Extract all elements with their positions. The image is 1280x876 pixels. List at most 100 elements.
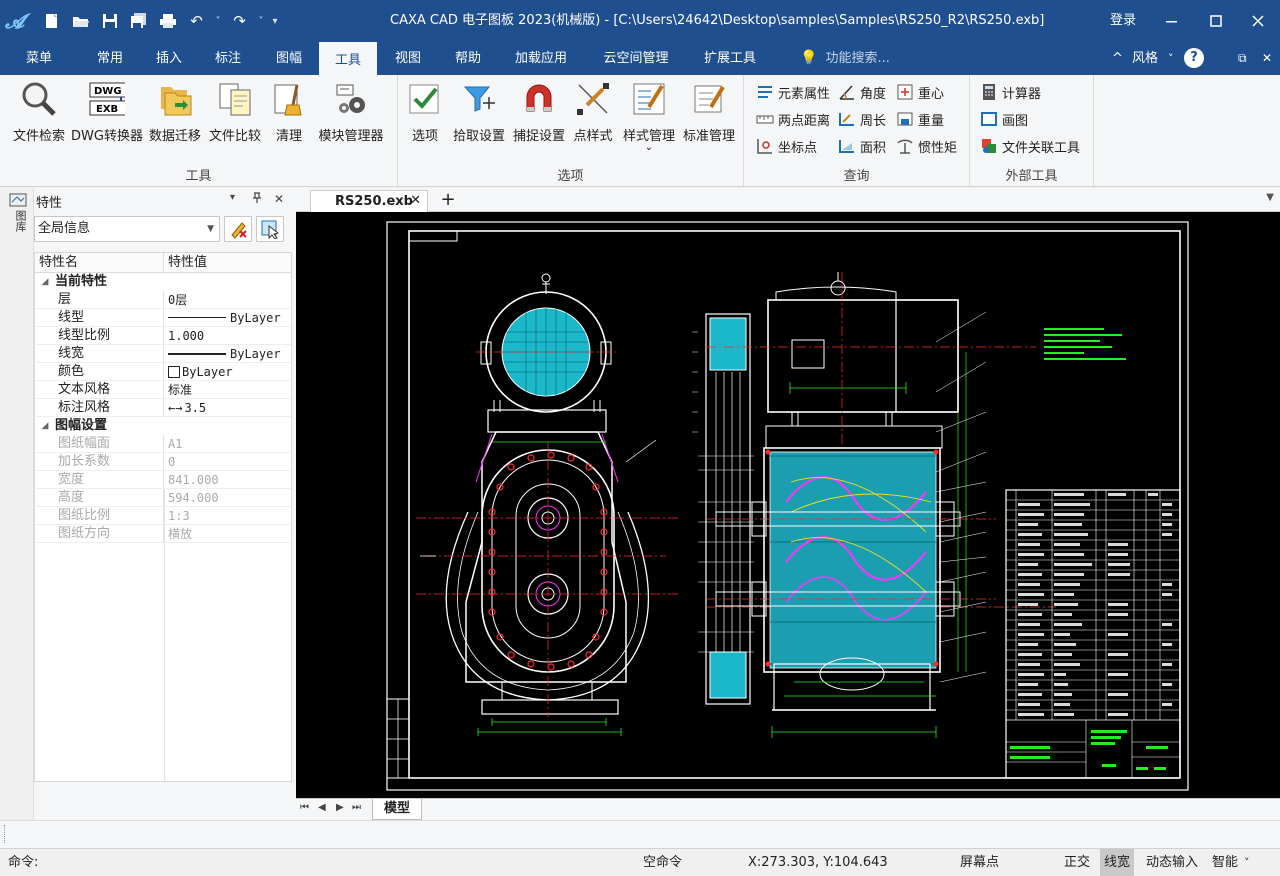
file-compare-button[interactable]: 文件比较 bbox=[204, 81, 266, 144]
weight-button[interactable]: 重量 bbox=[896, 108, 944, 130]
perimeter-button[interactable]: 周长 bbox=[838, 108, 886, 130]
category-current[interactable]: ◢ 当前特性 bbox=[35, 273, 291, 291]
maximize-button[interactable] bbox=[1198, 0, 1234, 42]
object-filter-combo[interactable]: 全局信息 ▼ bbox=[34, 216, 220, 242]
ortho-toggle[interactable]: 正交 bbox=[1064, 849, 1090, 876]
calculator-button[interactable]: 计算器 bbox=[980, 81, 1041, 103]
collapse-ribbon-icon[interactable]: ^ bbox=[1112, 42, 1123, 75]
tab-view[interactable]: 视图 bbox=[380, 42, 436, 75]
element-property-button[interactable]: 元素属性 bbox=[756, 81, 830, 103]
app-logo-icon[interactable]: 𝓐 bbox=[5, 10, 27, 32]
collapse-icon[interactable]: ◢ bbox=[35, 273, 55, 291]
dimension-arrow-icon: ←→ bbox=[168, 400, 183, 415]
function-search[interactable]: 💡 功能搜索... bbox=[800, 42, 890, 75]
document-tab-rs250[interactable]: RS250.exb ✕ bbox=[310, 190, 428, 212]
close-tab-icon[interactable]: ✕ bbox=[410, 193, 421, 208]
coordinate-point-button[interactable]: 坐标点 bbox=[756, 135, 817, 157]
new-tab-button[interactable]: + bbox=[436, 189, 460, 211]
tab-cloud-space[interactable]: 云空间管理 bbox=[594, 42, 678, 75]
property-row-linetype[interactable]: 线型 ByLayer bbox=[35, 309, 291, 327]
redo-dropdown-icon[interactable]: ˅ bbox=[254, 7, 268, 35]
parts-list-text bbox=[1018, 493, 1172, 716]
file-search-button[interactable]: 文件检索 bbox=[8, 81, 70, 144]
save-all-icon[interactable] bbox=[124, 7, 153, 35]
print-icon[interactable] bbox=[153, 7, 182, 35]
standard-manager-button[interactable]: 标准管理 bbox=[678, 81, 740, 144]
panel-close-icon[interactable]: ✕ bbox=[274, 192, 284, 206]
file-association-button[interactable]: 文件关联工具 bbox=[980, 135, 1080, 157]
pin-icon[interactable] bbox=[252, 192, 262, 207]
model-tab[interactable]: 模型 bbox=[372, 799, 422, 820]
command-prompt[interactable]: 命令: bbox=[8, 849, 38, 876]
command-state: 空命令 bbox=[643, 855, 683, 870]
category-sheet[interactable]: ◢ 图幅设置 bbox=[35, 417, 291, 435]
tab-extension-tools[interactable]: 扩展工具 bbox=[694, 42, 766, 75]
restore-doc-icon[interactable]: ⧉ bbox=[1238, 42, 1247, 75]
smart-caret-icon[interactable]: ˅ bbox=[1244, 849, 1250, 876]
options-button[interactable]: 选项 bbox=[394, 81, 456, 144]
tab-insert[interactable]: 插入 bbox=[141, 42, 197, 75]
next-layout-icon[interactable]: ▶ bbox=[336, 802, 344, 813]
tab-menu[interactable]: 菜单 bbox=[10, 42, 68, 75]
linewidth-toggle[interactable]: 线宽 bbox=[1100, 849, 1135, 876]
property-row-linetype-scale[interactable]: 线型比例 1.000 bbox=[35, 327, 291, 345]
property-row-color[interactable]: 颜色 ByLayer bbox=[35, 363, 291, 381]
new-file-icon[interactable] bbox=[37, 7, 66, 35]
style-manager-caret-icon[interactable]: ⌄ bbox=[645, 143, 653, 153]
tab-load-apps[interactable]: 加载应用 bbox=[504, 42, 578, 75]
first-layout-icon[interactable]: ⏮ bbox=[300, 802, 309, 813]
quick-select-button[interactable] bbox=[224, 216, 252, 242]
login-button[interactable]: 登录 bbox=[1110, 0, 1136, 42]
close-doc-icon[interactable]: ✕ bbox=[1262, 42, 1272, 75]
property-row-linewidth[interactable]: 线宽 ByLayer bbox=[35, 345, 291, 363]
library-tab-icon[interactable] bbox=[9, 192, 27, 212]
panel-menu-icon[interactable]: ▾ bbox=[230, 192, 235, 203]
style-caret-icon[interactable]: ˅ bbox=[1168, 42, 1174, 75]
tab-list-icon[interactable]: ▼ bbox=[1266, 192, 1274, 203]
undo-dropdown-icon[interactable]: ˅ bbox=[211, 7, 225, 35]
property-row-sheet-size: 图纸幅面 A1 bbox=[35, 435, 291, 453]
undo-icon[interactable]: ↶ bbox=[182, 7, 211, 35]
module-manager-button[interactable]: 模块管理器 bbox=[318, 81, 384, 144]
point-mode-toggle[interactable]: 屏幕点 bbox=[960, 849, 999, 876]
tab-tools[interactable]: 工具 bbox=[319, 42, 377, 75]
point-style-button[interactable]: 点样式 bbox=[562, 81, 624, 144]
save-icon[interactable] bbox=[95, 7, 124, 35]
collapse-icon[interactable]: ◢ bbox=[35, 417, 55, 435]
two-point-distance-button[interactable]: 两点距离 bbox=[756, 108, 830, 130]
close-button[interactable] bbox=[1240, 0, 1276, 42]
pick-settings-button[interactable]: 拾取设置 bbox=[448, 81, 510, 144]
tab-help[interactable]: 帮助 bbox=[440, 42, 496, 75]
style-sheet-icon bbox=[631, 81, 667, 117]
property-row-layer[interactable]: 层 0层 bbox=[35, 291, 291, 309]
purge-button[interactable]: 清理 bbox=[258, 81, 320, 144]
prev-layout-icon[interactable]: ◀ bbox=[318, 802, 326, 813]
centroid-button[interactable]: 重心 bbox=[896, 81, 944, 103]
tab-sheet[interactable]: 图幅 bbox=[260, 42, 318, 75]
dwg-converter-button[interactable]: DWG EXB DWG转换器 bbox=[71, 81, 143, 144]
drawing-canvas[interactable] bbox=[296, 212, 1280, 798]
command-history[interactable] bbox=[0, 820, 1280, 848]
redo-icon[interactable]: ↷ bbox=[225, 7, 254, 35]
paint-button[interactable]: 画图 bbox=[980, 108, 1028, 130]
dynamic-input-toggle[interactable]: 动态输入 bbox=[1146, 849, 1198, 876]
snap-settings-button[interactable]: 捕捉设置 bbox=[508, 81, 570, 144]
angle-button[interactable]: 角度 bbox=[838, 81, 886, 103]
smart-snap-menu[interactable]: 智能 bbox=[1212, 849, 1238, 876]
last-layout-icon[interactable]: ⏭ bbox=[352, 802, 361, 813]
style-menu[interactable]: 风格 bbox=[1132, 42, 1158, 75]
tab-common[interactable]: 常用 bbox=[82, 42, 138, 75]
minimize-button[interactable] bbox=[1154, 0, 1190, 42]
library-side-tab[interactable]: 图库 bbox=[8, 210, 28, 260]
data-migration-button[interactable]: 数据迁移 bbox=[144, 81, 206, 144]
property-row-text-style[interactable]: 文本风格 标准 bbox=[35, 381, 291, 399]
area-button[interactable]: 面积 bbox=[838, 135, 886, 157]
help-icon[interactable]: ? bbox=[1184, 48, 1204, 68]
customize-qat-icon[interactable]: ▾ bbox=[268, 7, 282, 35]
style-manager-button[interactable]: 样式管理 ⌄ bbox=[618, 81, 680, 153]
moment-of-inertia-button[interactable]: 惯性矩 bbox=[896, 135, 957, 157]
select-objects-button[interactable] bbox=[256, 216, 284, 242]
property-row-dim-style[interactable]: 标注风格 ←→ 3.5 bbox=[35, 399, 291, 417]
open-file-icon[interactable] bbox=[66, 7, 95, 35]
tab-dimension[interactable]: 标注 bbox=[200, 42, 256, 75]
